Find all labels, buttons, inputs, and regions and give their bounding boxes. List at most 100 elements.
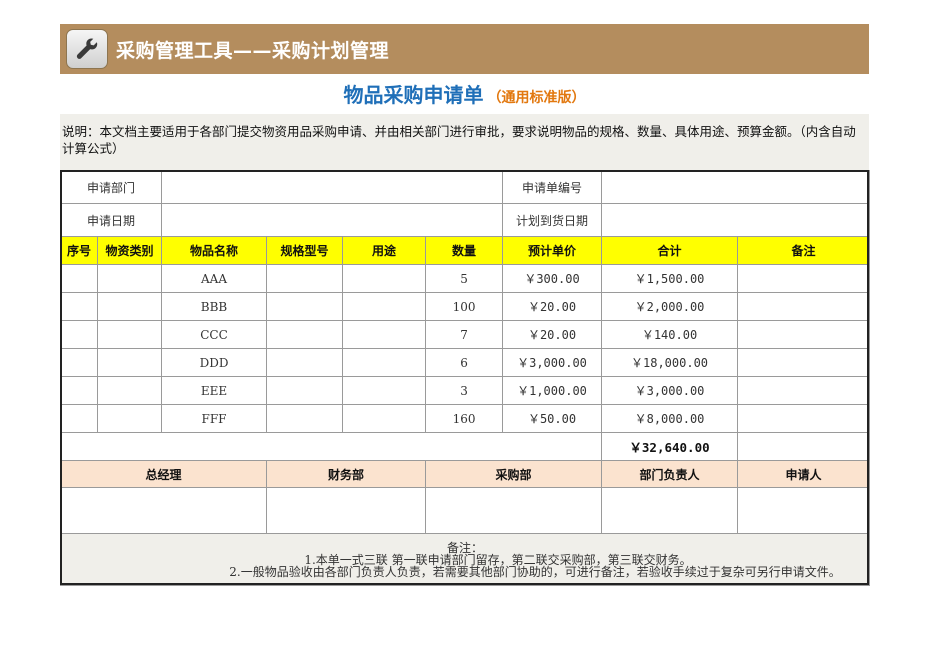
info-row-1: 申请部门 申请单编号 xyxy=(59,170,871,204)
cell-total: ￥2,000.00 xyxy=(601,292,739,321)
header-banner: 采购管理工具——采购计划管理 xyxy=(60,24,869,74)
col-total: 合计 xyxy=(601,236,739,265)
cell-seq[interactable] xyxy=(60,264,98,293)
cell-use[interactable] xyxy=(342,264,427,293)
sign-field-manager[interactable] xyxy=(59,487,268,534)
cell-price[interactable]: ￥3,000.00 xyxy=(502,348,603,377)
cell-price[interactable]: ￥20.00 xyxy=(502,292,603,321)
cell-remark[interactable] xyxy=(737,292,871,321)
cell-name[interactable]: AAA xyxy=(161,264,268,293)
sign-label-dept-head: 部门负责人 xyxy=(601,460,739,488)
sign-field-finance[interactable] xyxy=(266,487,427,534)
cell-category[interactable] xyxy=(96,404,163,433)
table-row: DDD 6 ￥3,000.00 ￥18,000.00 xyxy=(60,348,871,377)
date-field[interactable] xyxy=(161,203,504,237)
sign-field-dept-head[interactable] xyxy=(601,487,739,534)
banner-title: 采购管理工具——采购计划管理 xyxy=(116,39,390,62)
cell-category[interactable] xyxy=(96,320,163,349)
col-use: 用途 xyxy=(342,236,427,265)
sign-field-purchasing[interactable] xyxy=(425,487,603,534)
dept-field[interactable] xyxy=(161,170,504,204)
cell-seq[interactable] xyxy=(60,376,98,405)
cell-use[interactable] xyxy=(342,404,427,433)
date-label: 申请日期 xyxy=(59,203,163,237)
form-title-main: 物品采购申请单 xyxy=(343,83,484,107)
cell-remark[interactable] xyxy=(737,348,871,377)
wrench-icon xyxy=(66,29,108,69)
cell-name[interactable]: FFF xyxy=(161,404,268,433)
col-seq: 序号 xyxy=(60,236,98,265)
total-remark xyxy=(737,432,871,461)
cell-use[interactable] xyxy=(342,320,427,349)
table-row: BBB 100 ￥20.00 ￥2,000.00 xyxy=(60,292,871,321)
table-row: FFF 160 ￥50.00 ￥8,000.00 xyxy=(60,404,871,433)
cell-remark[interactable] xyxy=(737,320,871,349)
cell-name[interactable]: CCC xyxy=(161,320,268,349)
cell-spec[interactable] xyxy=(266,292,344,321)
sign-label-manager: 总经理 xyxy=(59,460,268,488)
form-title: 物品采购申请单 （通用标准版） xyxy=(60,78,869,112)
cell-qty[interactable]: 7 xyxy=(425,320,504,349)
cell-qty[interactable]: 6 xyxy=(425,348,504,377)
cell-qty[interactable]: 100 xyxy=(425,292,504,321)
cell-price[interactable]: ￥20.00 xyxy=(502,320,603,349)
col-price: 预计单价 xyxy=(502,236,603,265)
cell-category[interactable] xyxy=(96,376,163,405)
cell-name[interactable]: BBB xyxy=(161,292,268,321)
col-remark: 备注 xyxy=(737,236,871,265)
cell-name[interactable]: EEE xyxy=(161,376,268,405)
cell-total: ￥3,000.00 xyxy=(601,376,739,405)
cell-total: ￥8,000.00 xyxy=(601,404,739,433)
cell-use[interactable] xyxy=(342,292,427,321)
cell-price[interactable]: ￥300.00 xyxy=(502,264,603,293)
number-field[interactable] xyxy=(601,170,871,204)
total-spacer xyxy=(59,432,603,461)
arrival-field[interactable] xyxy=(601,203,871,237)
cell-seq[interactable] xyxy=(60,348,98,377)
grand-total: ￥32,640.00 xyxy=(601,432,739,461)
sign-label-finance: 财务部 xyxy=(266,460,427,488)
arrival-label: 计划到货日期 xyxy=(502,203,603,237)
cell-category[interactable] xyxy=(96,348,163,377)
cell-spec[interactable] xyxy=(266,376,344,405)
sign-field-applicant[interactable] xyxy=(737,487,871,534)
signature-header-row: 总经理 财务部 采购部 部门负责人 申请人 xyxy=(59,460,871,488)
cell-remark[interactable] xyxy=(737,404,871,433)
cell-spec[interactable] xyxy=(266,348,344,377)
col-spec: 规格型号 xyxy=(266,236,344,265)
cell-qty[interactable]: 3 xyxy=(425,376,504,405)
cell-spec[interactable] xyxy=(266,404,344,433)
cell-use[interactable] xyxy=(342,348,427,377)
cell-price[interactable]: ￥1,000.00 xyxy=(502,376,603,405)
cell-use[interactable] xyxy=(342,376,427,405)
cell-qty[interactable]: 5 xyxy=(425,264,504,293)
cell-total: ￥18,000.00 xyxy=(601,348,739,377)
cell-spec[interactable] xyxy=(266,264,344,293)
total-row: ￥32,640.00 xyxy=(59,432,871,461)
instruction-note: 说明：本文档主要适用于各部门提交物资用品采购申请、并由相关部门进行审批，要求说明… xyxy=(60,114,869,170)
cell-seq[interactable] xyxy=(60,404,98,433)
remarks-row: 备注： 1.本单一式三联 第一联申请部门留存，第二联交采购部，第三联交财务。 2… xyxy=(59,533,871,586)
col-qty: 数量 xyxy=(425,236,504,265)
cell-category[interactable] xyxy=(96,264,163,293)
sign-label-applicant: 申请人 xyxy=(737,460,871,488)
cell-category[interactable] xyxy=(96,292,163,321)
cell-spec[interactable] xyxy=(266,320,344,349)
cell-seq[interactable] xyxy=(60,292,98,321)
cell-remark[interactable] xyxy=(737,376,871,405)
cell-price[interactable]: ￥50.00 xyxy=(502,404,603,433)
number-label: 申请单编号 xyxy=(502,170,603,204)
dept-label: 申请部门 xyxy=(59,170,163,204)
table-row: AAA 5 ￥300.00 ￥1,500.00 xyxy=(60,264,871,293)
table-row: EEE 3 ￥1,000.00 ￥3,000.00 xyxy=(60,376,871,405)
column-header-row: 序号 物资类别 物品名称 规格型号 用途 数量 预计单价 合计 备注 xyxy=(60,236,871,265)
cell-total: ￥1,500.00 xyxy=(601,264,739,293)
cell-seq[interactable] xyxy=(60,320,98,349)
table-row: CCC 7 ￥20.00 ￥140.00 xyxy=(60,320,871,349)
cell-remark[interactable] xyxy=(737,264,871,293)
cell-qty[interactable]: 160 xyxy=(425,404,504,433)
sign-label-purchasing: 采购部 xyxy=(425,460,603,488)
cell-name[interactable]: DDD xyxy=(161,348,268,377)
col-name: 物品名称 xyxy=(161,236,268,265)
cell-total: ￥140.00 xyxy=(601,320,739,349)
